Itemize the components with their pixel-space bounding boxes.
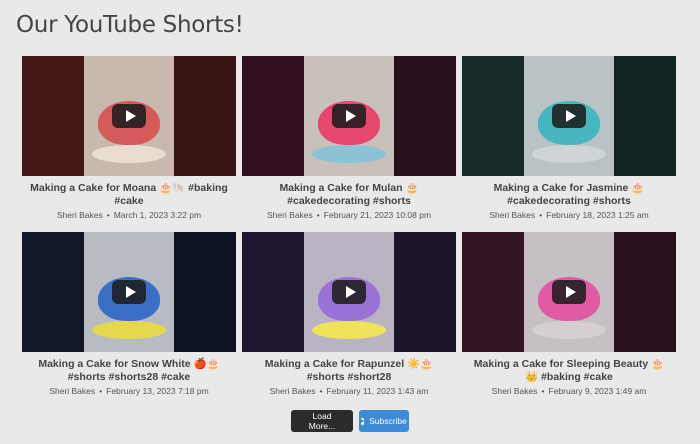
youtube-shorts-section: Our YouTube Shorts! Making a Cake for Mo… (0, 0, 700, 444)
video-date: February 9, 2023 1:49 am (548, 386, 647, 396)
video-thumbnail[interactable] (22, 232, 236, 352)
play-button[interactable] (552, 104, 586, 128)
video-date: March 1, 2023 3:22 pm (113, 210, 202, 220)
thumbnail-side-left (462, 56, 524, 176)
play-button[interactable] (112, 104, 146, 128)
channel-name: Sheri Bakes (489, 210, 536, 220)
video-meta: Sheri Bakes • February 18, 2023 1:25 am (462, 210, 676, 220)
video-meta: Sheri Bakes • February 13, 2023 7:18 pm (22, 386, 236, 396)
thumbnail-center (524, 56, 614, 176)
play-icon (565, 286, 576, 298)
channel-name: Sheri Bakes (266, 210, 313, 220)
play-icon (125, 110, 136, 122)
thumbnail-side-right (174, 232, 236, 352)
video-thumbnail[interactable] (242, 232, 456, 352)
thumbnail-side-right (614, 232, 676, 352)
video-thumbnail[interactable] (242, 56, 456, 176)
play-icon (565, 110, 576, 122)
play-button[interactable] (332, 280, 366, 304)
separator-dot: • (541, 386, 545, 396)
video-title[interactable]: Making a Cake for Mulan 🎂 #cakedecoratin… (248, 182, 450, 208)
action-buttons: Load More... Subscribe (0, 410, 700, 432)
load-more-button[interactable]: Load More... (291, 410, 353, 432)
play-icon (345, 110, 356, 122)
video-title[interactable]: Making a Cake for Jasmine 🎂 #cakedecorat… (468, 182, 670, 208)
thumbnail-side-left (22, 232, 84, 352)
thumbnail-side-left (22, 56, 84, 176)
separator-dot: • (319, 386, 323, 396)
video-meta: Sheri Bakes • February 11, 2023 1:43 am (242, 386, 456, 396)
video-title[interactable]: Making a Cake for Rapunzel ☀️🎂 #shorts #… (248, 358, 450, 384)
channel-name: Sheri Bakes (491, 386, 538, 396)
video-card[interactable]: Making a Cake for Jasmine 🎂 #cakedecorat… (462, 56, 676, 230)
thumbnail-side-right (394, 232, 456, 352)
thumbnail-side-left (242, 56, 304, 176)
video-title[interactable]: Making a Cake for Moana 🎂🐚 #baking #cake (28, 182, 230, 208)
channel-name: Sheri Bakes (269, 386, 316, 396)
thumbnail-side-right (614, 56, 676, 176)
thumbnail-center (524, 232, 614, 352)
separator-dot: • (99, 386, 103, 396)
cake-plate (532, 145, 606, 164)
video-card[interactable]: Making a Cake for Sleeping Beauty 🎂👑 #ba… (462, 232, 676, 406)
video-title[interactable]: Making a Cake for Snow White 🍎🎂 #shorts … (28, 358, 230, 384)
play-icon (345, 286, 356, 298)
thumbnail-center (304, 56, 394, 176)
play-button[interactable] (112, 280, 146, 304)
youtube-icon (361, 417, 365, 425)
thumbnail-side-left (462, 232, 524, 352)
channel-name: Sheri Bakes (49, 386, 96, 396)
thumbnail-side-right (394, 56, 456, 176)
video-thumbnail[interactable] (462, 232, 676, 352)
video-meta: Sheri Bakes • March 1, 2023 3:22 pm (22, 210, 236, 220)
separator-dot: • (539, 210, 543, 220)
section-heading: Our YouTube Shorts! (16, 12, 244, 38)
video-card[interactable]: Making a Cake for Moana 🎂🐚 #baking #cake… (22, 56, 236, 230)
video-meta: Sheri Bakes • February 21, 2023 10:08 pm (242, 210, 456, 220)
thumbnail-side-right (174, 56, 236, 176)
video-date: February 21, 2023 10:08 pm (323, 210, 432, 220)
thumbnail-center (84, 56, 174, 176)
cake-plate (312, 321, 386, 340)
cake-plate (92, 321, 166, 340)
video-meta: Sheri Bakes • February 9, 2023 1:49 am (462, 386, 676, 396)
video-card[interactable]: Making a Cake for Mulan 🎂 #cakedecoratin… (242, 56, 456, 230)
cake-plate (532, 321, 606, 340)
separator-dot: • (106, 210, 110, 220)
channel-name: Sheri Bakes (56, 210, 103, 220)
play-icon (125, 286, 136, 298)
video-date: February 13, 2023 7:18 pm (106, 386, 209, 396)
video-title[interactable]: Making a Cake for Sleeping Beauty 🎂👑 #ba… (468, 358, 670, 384)
play-button[interactable] (332, 104, 366, 128)
subscribe-button[interactable]: Subscribe (359, 410, 409, 432)
thumbnail-side-left (242, 232, 304, 352)
subscribe-label: Subscribe (369, 416, 407, 426)
thumbnail-center (304, 232, 394, 352)
play-button[interactable] (552, 280, 586, 304)
video-date: February 11, 2023 1:43 am (326, 386, 429, 396)
video-thumbnail[interactable] (462, 56, 676, 176)
video-grid: Making a Cake for Moana 🎂🐚 #baking #cake… (22, 56, 678, 406)
video-card[interactable]: Making a Cake for Snow White 🍎🎂 #shorts … (22, 232, 236, 406)
cake-plate (92, 145, 166, 164)
video-date: February 18, 2023 1:25 am (546, 210, 649, 220)
thumbnail-center (84, 232, 174, 352)
cake-plate (312, 145, 386, 164)
video-card[interactable]: Making a Cake for Rapunzel ☀️🎂 #shorts #… (242, 232, 456, 406)
separator-dot: • (316, 210, 320, 220)
video-thumbnail[interactable] (22, 56, 236, 176)
